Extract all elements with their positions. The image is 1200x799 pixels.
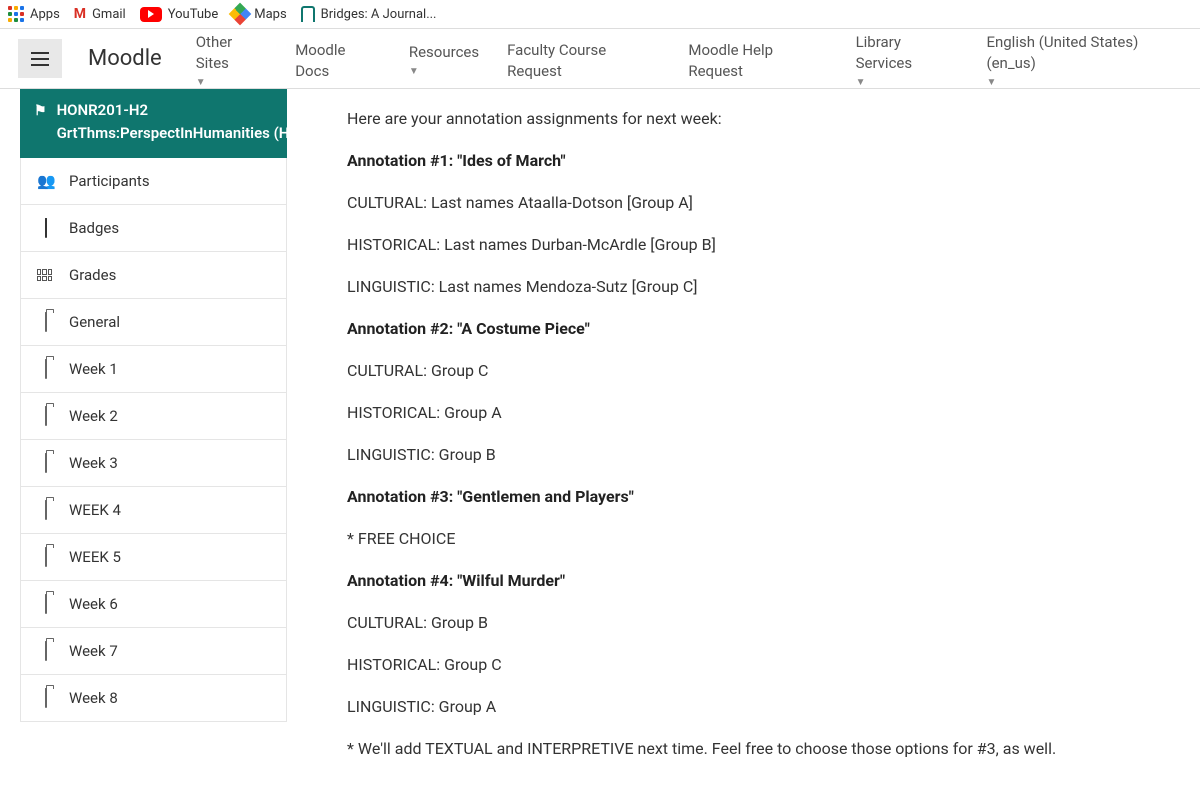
nav-item-moodle-docs[interactable]: Moodle Docs (281, 29, 395, 88)
sidebar-item-label: Week 8 (69, 689, 118, 707)
folder-icon (37, 454, 55, 472)
sidebar-item-week-5[interactable]: WEEK 5 (20, 534, 287, 581)
annotation-1-cultural: CULTURAL: Last names Ataalla-Dotson [Gro… (347, 191, 1057, 215)
folder-icon (37, 313, 55, 331)
nav-item-label: Faculty Course Request (507, 40, 660, 82)
annotation-3-title: Annotation #3: "Gentlemen and Players" (347, 487, 634, 506)
browser-bookmark-bar: Apps M Gmail YouTube Maps Bridges: A Jou… (0, 0, 1200, 29)
chevron-down-icon: ▼ (196, 76, 267, 90)
footer-note: * We'll add TEXTUAL and INTERPRETIVE nex… (347, 737, 1057, 761)
nav-item-label: Resources (409, 42, 479, 63)
users-icon (37, 172, 55, 190)
assignment-content: Here are your annotation assignments for… (317, 89, 1087, 799)
folder-icon (37, 595, 55, 613)
sidebar-item-week-1[interactable]: Week 1 (20, 346, 287, 393)
brand-title[interactable]: Moodle (62, 29, 182, 88)
sidebar-item-general[interactable]: General (20, 299, 287, 346)
sidebar-item-label: Participants (69, 172, 150, 190)
sidebar-item-week-3[interactable]: Week 3 (20, 440, 287, 487)
maps-icon (229, 3, 252, 26)
chevron-down-icon: ▼ (856, 76, 959, 90)
annotation-1-historical: HISTORICAL: Last names Durban-McArdle [G… (347, 233, 1057, 257)
sidebar-item-label: General (69, 313, 120, 331)
folder-icon (37, 642, 55, 660)
flag-icon (34, 99, 47, 144)
annotation-4-linguistic: LINGUISTIC: Group A (347, 695, 1057, 719)
bookmark-gmail[interactable]: M Gmail (74, 6, 126, 22)
sidebar-item-week-7[interactable]: Week 7 (20, 628, 287, 675)
annotation-1-linguistic: LINGUISTIC: Last names Mendoza-Sutz [Gro… (347, 275, 1057, 299)
nav-item-library-services[interactable]: Library Services ▼ (842, 29, 973, 88)
folder-icon (37, 548, 55, 566)
course-code: HONR201-H2 (57, 99, 287, 122)
main-content-wrap: Here are your annotation assignments for… (287, 89, 1200, 799)
sidebar-item-label: Week 7 (69, 642, 118, 660)
nav-links: Other Sites ▼ Moodle Docs Resources ▼ Fa… (182, 29, 1200, 88)
sidebar-item-grades[interactable]: Grades (20, 252, 287, 299)
chevron-down-icon: ▼ (986, 76, 1186, 90)
nav-item-faculty-course-request[interactable]: Faculty Course Request (493, 29, 674, 88)
sidebar-item-label: Week 6 (69, 595, 118, 613)
bookmark-apps[interactable]: Apps (8, 6, 60, 22)
sidebar-item-week-4[interactable]: WEEK 4 (20, 487, 287, 534)
bookmark-label: Bridges: A Journal... (321, 7, 437, 22)
nav-item-other-sites[interactable]: Other Sites ▼ (182, 29, 281, 88)
folder-icon (37, 407, 55, 425)
bookmark-bridges[interactable]: Bridges: A Journal... (301, 6, 437, 22)
sidebar-item-week-2[interactable]: Week 2 (20, 393, 287, 440)
apps-icon (8, 6, 24, 22)
gmail-icon: M (74, 6, 86, 22)
bookmark-label: Gmail (92, 7, 126, 22)
nav-item-label: Library Services (856, 32, 959, 74)
shield-icon (37, 219, 55, 237)
hamburger-icon (31, 52, 49, 66)
bookmark-youtube[interactable]: YouTube (140, 7, 219, 22)
sidebar-item-week-8[interactable]: Week 8 (20, 675, 287, 722)
sidebar-item-label: Week 1 (69, 360, 118, 378)
sidebar-item-participants[interactable]: Participants (20, 158, 287, 205)
annotation-3-free-choice: * FREE CHOICE (347, 527, 1057, 551)
annotation-2-linguistic: LINGUISTIC: Group B (347, 443, 1057, 467)
annotation-2-cultural: CULTURAL: Group C (347, 359, 1057, 383)
annotation-4-cultural: CULTURAL: Group B (347, 611, 1057, 635)
nav-item-label: Other Sites (196, 32, 267, 74)
menu-toggle-button[interactable] (18, 39, 62, 78)
folder-icon (37, 689, 55, 707)
bookmark-maps[interactable]: Maps (232, 6, 286, 22)
annotation-4-historical: HISTORICAL: Group C (347, 653, 1057, 677)
nav-item-resources[interactable]: Resources ▼ (395, 29, 493, 88)
top-nav: Moodle Other Sites ▼ Moodle Docs Resourc… (0, 29, 1200, 89)
sidebar-course-header[interactable]: HONR201-H2 GrtThms:PerspectInHumanities … (20, 89, 287, 158)
bookmark-label: Apps (30, 7, 60, 22)
annotation-4-title: Annotation #4: "Wilful Murder" (347, 571, 565, 590)
intro-text: Here are your annotation assignments for… (347, 107, 1057, 131)
sidebar-item-badges[interactable]: Badges (20, 205, 287, 252)
sidebar-item-week-6[interactable]: Week 6 (20, 581, 287, 628)
folder-icon (37, 501, 55, 519)
annotation-1-title: Annotation #1: "Ides of March" (347, 151, 566, 170)
nav-item-label: Moodle Docs (295, 40, 381, 82)
bookmark-label: Maps (254, 7, 286, 22)
annotation-2-historical: HISTORICAL: Group A (347, 401, 1057, 425)
sidebar-item-label: WEEK 4 (69, 501, 121, 519)
annotation-2-title: Annotation #2: "A Costume Piece" (347, 319, 590, 338)
nav-item-moodle-help-request[interactable]: Moodle Help Request (674, 29, 841, 88)
course-title: GrtThms:PerspectInHumanities (HNR) FA20 (57, 122, 287, 145)
youtube-icon (140, 7, 162, 22)
sidebar-item-label: WEEK 5 (69, 548, 121, 566)
sidebar-item-label: Badges (69, 219, 119, 237)
sidebar-item-label: Week 3 (69, 454, 118, 472)
bridges-icon (301, 6, 315, 22)
course-sidebar: HONR201-H2 GrtThms:PerspectInHumanities … (20, 89, 287, 799)
course-title-block: HONR201-H2 GrtThms:PerspectInHumanities … (57, 99, 287, 144)
grid-icon (37, 269, 55, 281)
sidebar-item-label: Grades (69, 266, 116, 284)
chevron-down-icon: ▼ (409, 65, 479, 79)
bookmark-label: YouTube (168, 7, 219, 22)
nav-item-language[interactable]: English (United States) (en_us) ▼ (972, 29, 1200, 88)
nav-item-label: English (United States) (en_us) (986, 32, 1186, 74)
nav-item-label: Moodle Help Request (688, 40, 827, 82)
folder-icon (37, 360, 55, 378)
sidebar-item-label: Week 2 (69, 407, 118, 425)
